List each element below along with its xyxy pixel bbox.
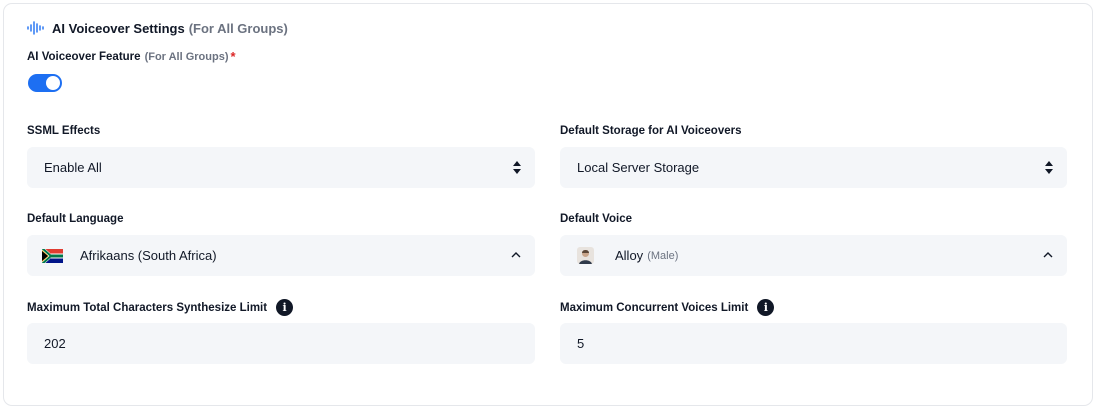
south-africa-flag-icon — [42, 248, 63, 263]
feature-label-text: AI Voiceover Feature — [27, 50, 141, 63]
default-storage-label-text: Default Storage for AI Voiceovers — [560, 125, 742, 137]
default-voice-select[interactable]: Alloy (Male) — [560, 235, 1067, 276]
sort-arrows-icon — [1045, 161, 1053, 174]
max-characters-label: Maximum Total Characters Synthesize Limi… — [27, 299, 294, 316]
default-language-label-text: Default Language — [27, 213, 124, 225]
chevron-up-icon — [1043, 252, 1053, 258]
toggle-knob — [46, 76, 60, 90]
section-header: AI Voiceover Settings (For All Groups) — [27, 19, 288, 37]
max-voices-label-text: Maximum Concurrent Voices Limit — [560, 301, 749, 314]
max-characters-label-text: Maximum Total Characters Synthesize Limi… — [27, 301, 268, 314]
default-voice-label-text: Default Voice — [560, 213, 632, 225]
required-asterisk: * — [230, 49, 236, 64]
ssml-effects-label: SSML Effects — [27, 125, 100, 137]
chevron-up-icon — [511, 252, 521, 258]
max-characters-value: 202 — [44, 336, 66, 351]
max-voices-value: 5 — [577, 336, 585, 351]
section-title: AI Voiceover Settings — [52, 20, 185, 36]
ssml-effects-value: Enable All — [44, 160, 102, 175]
voiceover-feature-toggle[interactable] — [28, 74, 62, 92]
max-voices-label: Maximum Concurrent Voices Limit i — [560, 299, 775, 316]
audio-wave-icon — [27, 21, 44, 35]
feature-label: AI Voiceover Feature (For All Groups) * — [27, 49, 236, 64]
default-storage-value: Local Server Storage — [577, 160, 700, 175]
default-storage-select[interactable]: Local Server Storage — [560, 147, 1067, 188]
info-icon[interactable]: i — [276, 299, 294, 316]
ssml-effects-label-text: SSML Effects — [27, 125, 101, 137]
default-voice-value: Alloy — [615, 248, 644, 263]
default-language-select[interactable]: Afrikaans (South Africa) — [27, 235, 535, 276]
voice-avatar — [577, 247, 594, 264]
max-characters-input[interactable]: 202 — [27, 323, 535, 364]
sort-arrows-icon — [513, 161, 521, 174]
default-language-label: Default Language — [27, 213, 123, 225]
max-voices-input[interactable]: 5 — [560, 323, 1067, 364]
person-avatar-icon — [579, 250, 592, 264]
info-icon[interactable]: i — [757, 299, 775, 316]
feature-label-suffix: (For All Groups) — [144, 50, 229, 63]
default-voice-label: Default Voice — [560, 213, 632, 225]
voice-gender: (Male) — [647, 249, 679, 262]
default-language-value: Afrikaans (South Africa) — [80, 248, 217, 263]
ssml-effects-select[interactable]: Enable All — [27, 147, 535, 188]
default-storage-label: Default Storage for AI Voiceovers — [560, 125, 742, 137]
section-title-suffix: (For All Groups) — [188, 20, 288, 36]
